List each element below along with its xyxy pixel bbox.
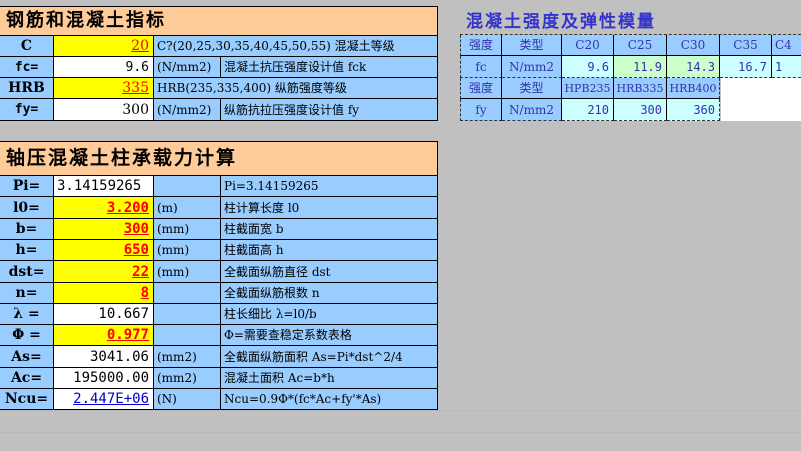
fy-label: fy= [0, 99, 54, 121]
fy-hrb400-value: 360 [667, 99, 720, 121]
fc-c20-value: 9.6 [562, 56, 614, 78]
calc-label-l0: l0= [0, 197, 54, 219]
grade-c30-header: C30 [667, 35, 720, 56]
fc-c30-value: 14.3 [667, 56, 720, 78]
fy-hrb335-value: 300 [614, 99, 667, 121]
strength-table-title: 混凝土强度及弹性模量 [466, 12, 656, 32]
calc-desc-as: 全截面纵筋面积 As=Pi*dst^2/4 [221, 346, 438, 368]
calc-unit-phi [154, 325, 221, 346]
calc-desc-h: 柱截面高 h [221, 240, 438, 261]
fc-c35-value: 16.7 [720, 56, 772, 78]
fy-hpb235-value: 210 [562, 99, 614, 121]
calc-unit-pi [154, 176, 221, 197]
calc-unit-lambda [154, 304, 221, 325]
calc-unit-as: (mm2) [154, 346, 221, 368]
grade-label: C [0, 36, 54, 57]
calc-unit-ac: (mm2) [154, 368, 221, 389]
fy-row-unit: N/mm2 [502, 99, 562, 121]
calc-label-ncu: Ncu= [0, 389, 54, 410]
blank-cells [721, 78, 801, 121]
calc-value-lambda: 10.667 [54, 304, 154, 325]
rebar-concrete-title: 钢筋和混凝土指标 [0, 6, 438, 36]
fy-row-label: fy [460, 99, 502, 121]
calc-value-b[interactable]: 300 [54, 219, 154, 240]
calc-unit-l0: (m) [154, 197, 221, 219]
grade-c35-header: C35 [720, 35, 772, 56]
calc-value-ac: 195000.00 [54, 368, 154, 389]
calc-desc-lambda: 柱长细比 λ=l0/b [221, 304, 438, 325]
grade-c25-header: C25 [614, 35, 667, 56]
calc-desc-b: 柱截面宽 b [221, 219, 438, 240]
calc-label-dst: dst= [0, 261, 54, 283]
rebar-grade-input[interactable]: 335 [54, 78, 154, 99]
fc-value[interactable]: 9.6 [54, 57, 154, 78]
hrb-unit: HRB(235,335,400) 纵筋强度等级 [154, 78, 438, 99]
grade-c40-header: C4 [772, 35, 801, 56]
calc-label-b: b= [0, 219, 54, 240]
calc-label-phi: Φ = [0, 325, 54, 346]
fc-c40-value: 1 [772, 56, 801, 78]
calc-value-l0[interactable]: 3.200 [54, 197, 154, 219]
grade-unit: C?(20,25,30,35,40,45,50,55) 混凝土等级 [154, 36, 438, 57]
calc-label-as: As= [0, 346, 54, 368]
type-header-cell: 类型 [502, 35, 562, 56]
calc-label-pi: Pi= [0, 176, 54, 197]
hrb-label: HRB [0, 78, 54, 99]
fc-row-label: fc [460, 56, 502, 78]
calc-desc-pi: Pi=3.14159265 [221, 176, 438, 197]
calc-value-phi[interactable]: 0.977 [54, 325, 154, 346]
calc-desc-ac: 混凝土面积 Ac=b*h [221, 368, 438, 389]
calc-unit-b: (mm) [154, 219, 221, 240]
calc-desc-phi: Φ=需要查稳定系数表格 [221, 325, 438, 346]
calc-unit-n [154, 283, 221, 304]
calc-desc-ncu: Ncu=0.9Φ*(fc*Ac+fy'*As) [221, 389, 438, 410]
fy-type-header: 类型 [502, 78, 562, 99]
fc-c25-value: 11.9 [614, 56, 667, 78]
fy-strength-header: 强度 [460, 78, 502, 99]
grid-line [0, 432, 801, 433]
rebar-hrb400-header: HRB400 [667, 78, 720, 99]
rebar-hrb335-header: HRB335 [614, 78, 667, 99]
calc-desc-l0: 柱计算长度 l0 [221, 197, 438, 219]
calc-value-as: 3041.06 [54, 346, 154, 368]
column-capacity-title: 轴压混凝土柱承载力计算 [0, 141, 438, 176]
fy-desc: 纵筋抗拉压强度设计值 fy [221, 99, 438, 121]
calc-value-n[interactable]: 8 [54, 283, 154, 304]
rebar-hpb235-header: HPB235 [562, 78, 614, 99]
calc-value-ncu: 2.447E+06 [54, 389, 154, 410]
grid-line [0, 410, 801, 411]
fc-unit: (N/mm2) [154, 57, 221, 78]
concrete-grade-input[interactable]: 20 [54, 36, 154, 57]
calc-unit-ncu: (N) [154, 389, 221, 410]
strength-header-cell: 强度 [460, 35, 502, 56]
fy-unit: (N/mm2) [154, 99, 221, 121]
calc-desc-dst: 全截面纵筋直径 dst [221, 261, 438, 283]
fc-label: fc= [0, 57, 54, 78]
calc-label-lambda: λ = [0, 304, 54, 325]
calc-value-h[interactable]: 650 [54, 240, 154, 261]
fy-value[interactable]: 300 [54, 99, 154, 121]
calc-label-h: h= [0, 240, 54, 261]
calc-label-ac: Ac= [0, 368, 54, 389]
fc-desc: 混凝土抗压强度设计值 fck [221, 57, 438, 78]
calc-unit-dst: (mm) [154, 261, 221, 283]
calc-value-dst[interactable]: 22 [54, 261, 154, 283]
grade-c20-header: C20 [562, 35, 614, 56]
calc-label-n: n= [0, 283, 54, 304]
fc-row-unit: N/mm2 [502, 56, 562, 78]
calc-unit-h: (mm) [154, 240, 221, 261]
calc-value-pi: 3.14159265 [54, 176, 154, 197]
calc-desc-n: 全截面纵筋根数 n [221, 283, 438, 304]
